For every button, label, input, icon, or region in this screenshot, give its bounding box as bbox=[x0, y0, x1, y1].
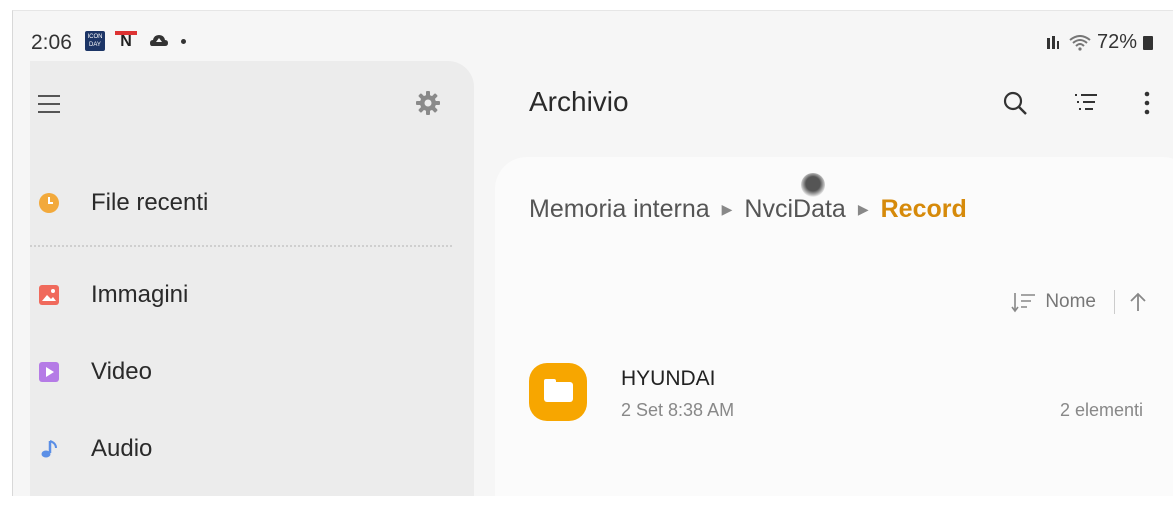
filter-button[interactable] bbox=[1070, 87, 1102, 119]
breadcrumb-item[interactable]: Memoria interna bbox=[529, 195, 710, 224]
image-icon bbox=[39, 285, 59, 305]
page-title: Archivio bbox=[529, 86, 629, 117]
divider bbox=[30, 245, 452, 247]
filter-list-icon bbox=[1075, 94, 1097, 110]
folder-date: 2 Set 8:38 AM bbox=[621, 400, 735, 420]
more-options-button[interactable] bbox=[1131, 87, 1163, 119]
sidebar-item-label: Audio bbox=[91, 435, 153, 462]
sort-label[interactable]: Nome bbox=[1045, 291, 1096, 313]
sidebar-item-label: File recenti bbox=[91, 189, 209, 216]
status-bar: 2:06 ICON DAY N 72% bbox=[13, 11, 1173, 54]
sidebar-item-label: Video bbox=[91, 358, 152, 385]
folder-name: HYUNDAI bbox=[621, 367, 716, 390]
sort-icon[interactable] bbox=[1011, 291, 1037, 313]
list-item[interactable]: HYUNDAI 2 Set 8:38 AM 2 elementi bbox=[495, 355, 1173, 435]
folder-item-count: 2 elementi bbox=[1059, 400, 1143, 420]
signal-icon bbox=[1046, 35, 1059, 49]
n-app-icon: N bbox=[115, 31, 137, 51]
breadcrumb: Memoria interna ▶ NvciData ▶ Record bbox=[529, 195, 967, 224]
music-note-icon bbox=[41, 440, 57, 458]
sidebar-item-label: Immagini bbox=[91, 281, 189, 308]
dot-icon bbox=[181, 39, 186, 44]
chevron-right-icon: ▶ bbox=[857, 201, 869, 217]
sidebar-item-images[interactable]: Immagini bbox=[30, 270, 474, 320]
search-icon bbox=[1003, 91, 1027, 115]
menu-icon[interactable] bbox=[38, 95, 60, 113]
file-list-panel: Memoria interna ▶ NvciData ▶ Record Nome… bbox=[495, 157, 1173, 496]
touch-pointer bbox=[801, 173, 825, 197]
sort-bar: Nome bbox=[1011, 290, 1147, 314]
news-app-icon: ICON DAY bbox=[85, 31, 105, 51]
arrow-up-icon[interactable] bbox=[1129, 292, 1147, 312]
play-icon bbox=[39, 362, 59, 382]
app-window: 2:06 ICON DAY N 72% File recenti Immagin… bbox=[12, 10, 1173, 496]
gear-icon[interactable] bbox=[414, 89, 442, 117]
sidebar-item-audio[interactable]: Audio bbox=[30, 424, 474, 474]
battery-icon bbox=[1143, 35, 1153, 50]
status-right: 72% bbox=[1045, 31, 1153, 54]
search-button[interactable] bbox=[999, 87, 1031, 119]
battery-text: 72% bbox=[1096, 31, 1137, 53]
sidebar-item-video[interactable]: Video bbox=[30, 347, 474, 397]
more-vert-icon bbox=[1144, 91, 1150, 115]
status-time: 2:06 bbox=[31, 31, 72, 54]
breadcrumb-current: Record bbox=[880, 195, 967, 223]
wifi-icon bbox=[1069, 34, 1091, 51]
sidebar-item-recent-files[interactable]: File recenti bbox=[30, 178, 474, 228]
cloud-icon bbox=[150, 35, 168, 46]
breadcrumb-item[interactable]: NvciData bbox=[744, 195, 845, 224]
chevron-right-icon: ▶ bbox=[721, 201, 733, 217]
clock-icon bbox=[39, 193, 59, 213]
divider bbox=[1114, 290, 1115, 314]
folder-icon bbox=[529, 363, 587, 421]
navigation-drawer: File recenti Immagini Video Audio bbox=[30, 61, 474, 496]
